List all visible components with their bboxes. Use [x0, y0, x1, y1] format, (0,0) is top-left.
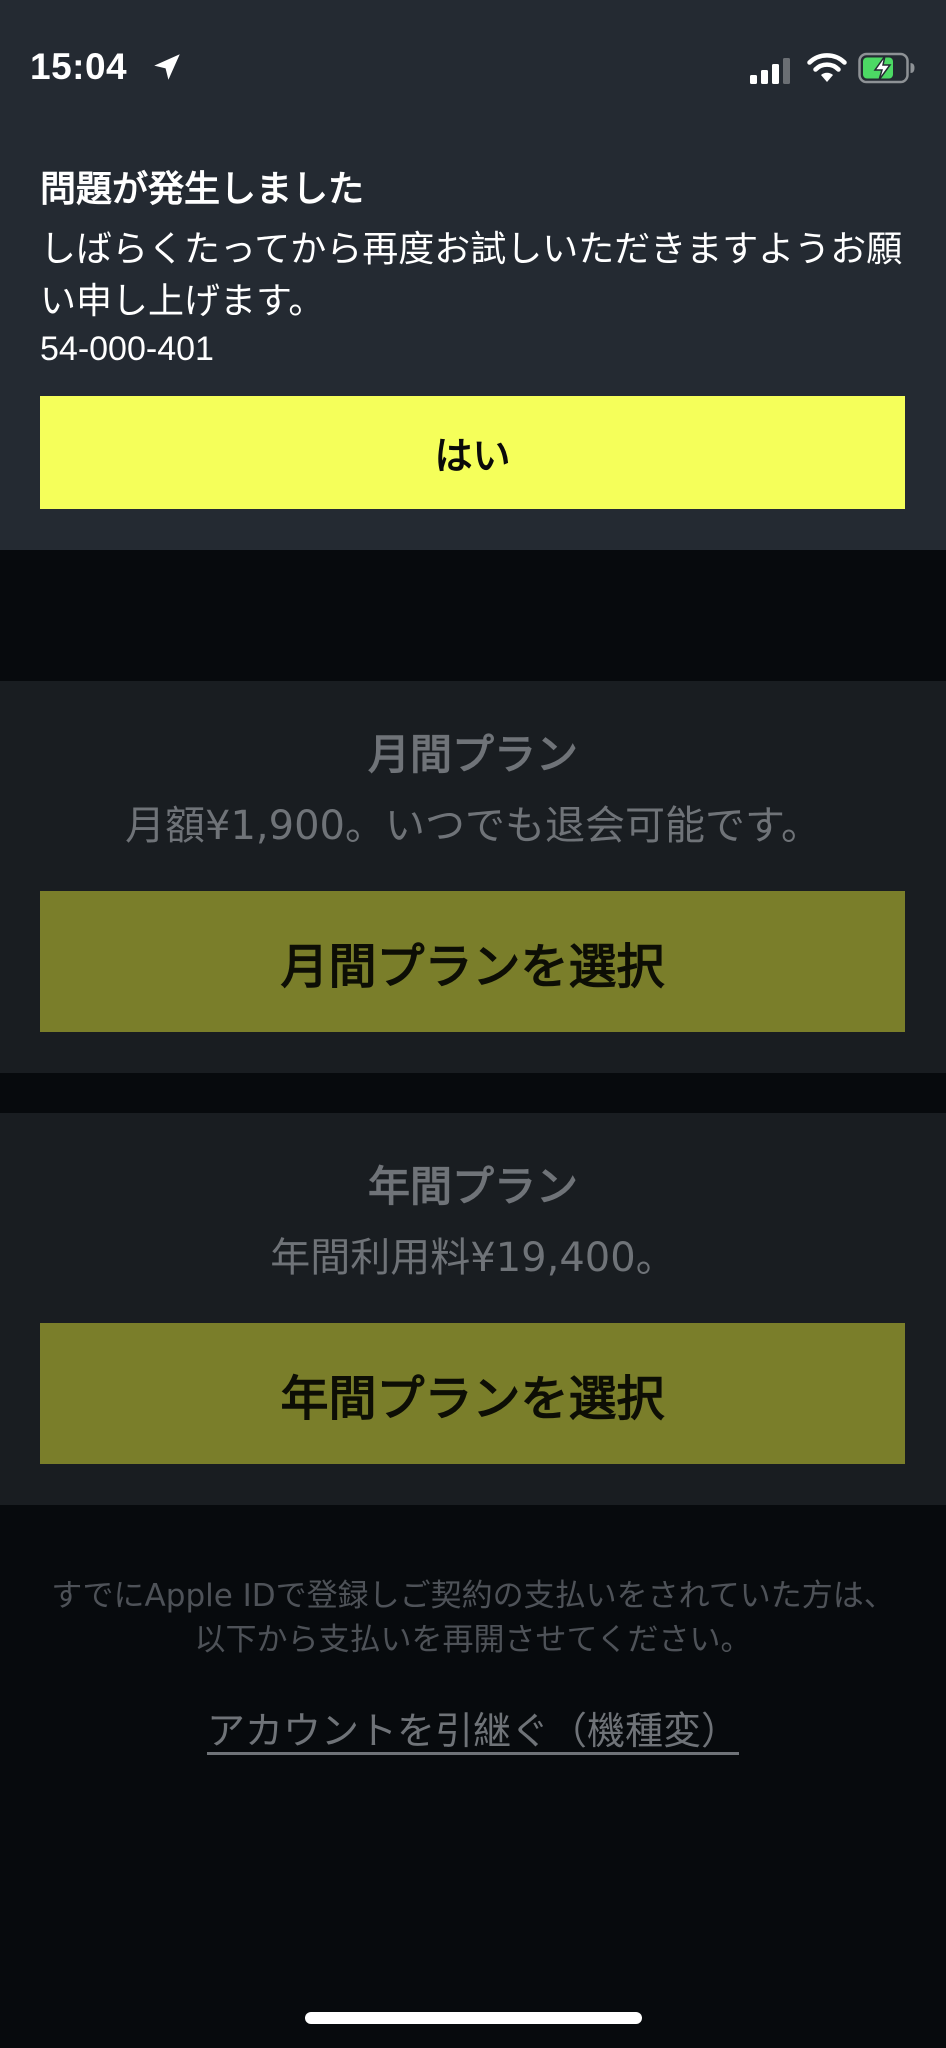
battery-charging-icon: [858, 52, 915, 84]
yearly-plan-card: 年間プラン 年間利用料¥19,400。 年間プランを選択: [0, 1113, 946, 1505]
monthly-plan-title: 月間プラン: [367, 730, 578, 779]
cellular-signal-icon: [750, 58, 790, 84]
subscription-screen: 月間プラン 月額¥1,900。いつでも退会可能です。 月間プランを選択 年間プラ…: [0, 0, 946, 2048]
account-transfer-link[interactable]: アカウントを引継ぐ（機種変）: [0, 1700, 946, 1755]
status-time: 15:04: [30, 46, 128, 87]
monthly-plan-price: 月額¥1,900。いつでも退会可能です。: [125, 803, 821, 849]
yearly-plan-title: 年間プラン: [367, 1162, 578, 1211]
monthly-plan-card: 月間プラン 月額¥1,900。いつでも退会可能です。 月間プランを選択: [0, 681, 946, 1073]
yearly-plan-price: 年間利用料¥19,400。: [270, 1235, 676, 1281]
error-title: 問題が発生しました: [40, 169, 365, 210]
status-bar: 15:04: [0, 0, 946, 130]
error-message: しばらくたってから再度お試しいただきますようお願い申し上げます。: [40, 229, 903, 322]
error-banner: 15:04 問題が発生しました しばらくたってから再度お試しいただきますようお願…: [0, 0, 946, 550]
restore-payment-note: すでにApple IDで登録しご契約の支払いをされていた方は、以下から支払いを再…: [51, 1578, 895, 1658]
ok-button[interactable]: はい: [40, 396, 905, 509]
select-yearly-plan-button[interactable]: 年間プランを選択: [40, 1323, 905, 1464]
wifi-icon: [807, 53, 847, 82]
select-monthly-plan-button[interactable]: 月間プランを選択: [40, 891, 905, 1032]
location-arrow-icon: [154, 54, 180, 80]
error-code: 54-000-401: [40, 330, 214, 368]
home-indicator[interactable]: [305, 2012, 642, 2024]
